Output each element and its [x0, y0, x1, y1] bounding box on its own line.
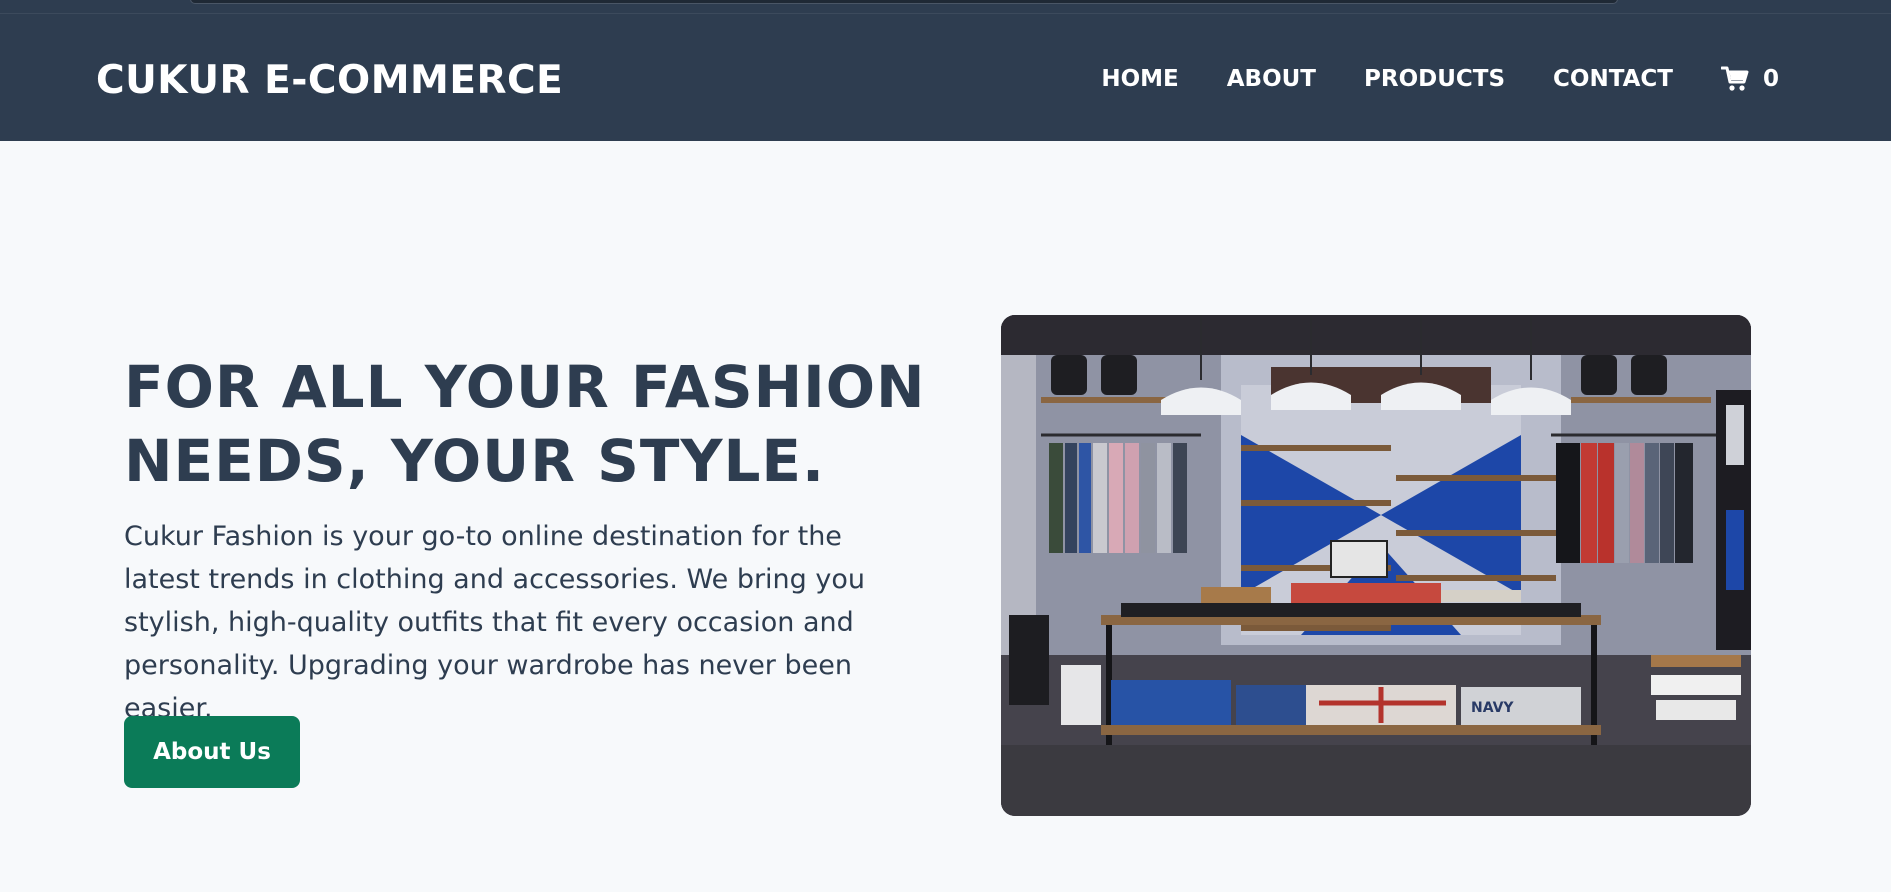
store-interior-image: NAVY [1001, 315, 1751, 816]
browser-address-pill [190, 0, 1618, 4]
image-text: NAVY [1471, 700, 1514, 716]
nav-link-home[interactable]: HOME [1101, 66, 1178, 92]
cart-count: 0 [1762, 66, 1779, 92]
nav-link-products[interactable]: PRODUCTS [1364, 66, 1505, 92]
navbar: CUKUR E-COMMERCE HOME ABOUT PRODUCTS CON… [0, 14, 1891, 141]
nav-link-contact[interactable]: CONTACT [1553, 66, 1673, 92]
cart-button[interactable]: 0 [1720, 66, 1779, 92]
nav-link-about[interactable]: ABOUT [1227, 66, 1316, 92]
browser-top-strip [0, 0, 1891, 14]
about-us-button[interactable]: About Us [124, 716, 300, 788]
nav-links: HOME ABOUT PRODUCTS CONTACT 0 [1053, 66, 1779, 92]
brand-logo[interactable]: CUKUR E-COMMERCE [96, 58, 563, 103]
hero-description: Cukur Fashion is your go-to online desti… [124, 521, 865, 724]
hero-title: FOR ALL YOUR FASHION NEEDS, YOUR STYLE. [124, 353, 926, 495]
shopping-cart-icon [1720, 66, 1749, 91]
